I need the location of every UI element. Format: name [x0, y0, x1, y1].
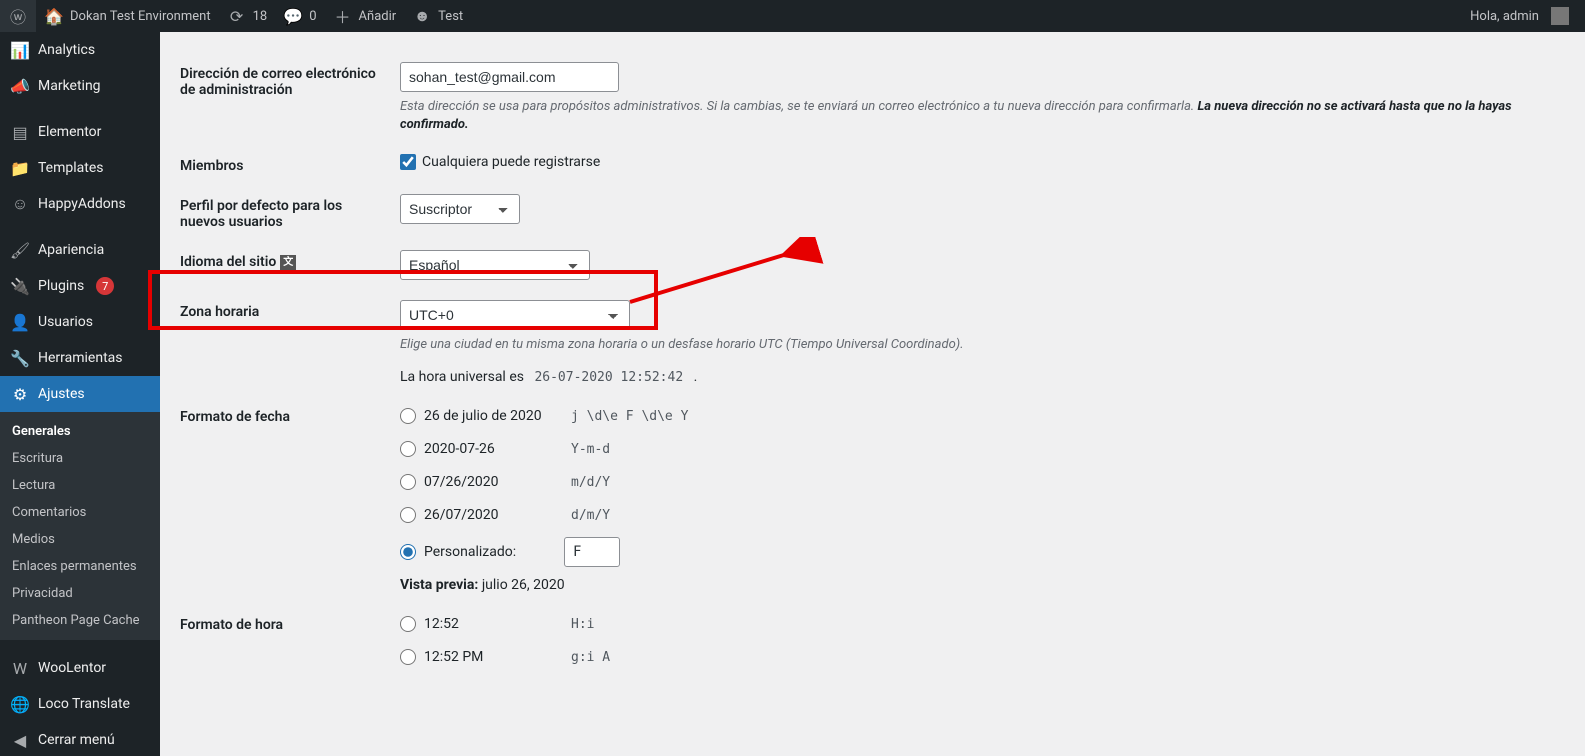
- submenu-general[interactable]: Generales: [0, 418, 160, 445]
- date-format-radio-2[interactable]: [400, 474, 416, 490]
- site-link[interactable]: 🏠 Dokan Test Environment: [36, 0, 219, 32]
- date-format-radio-custom[interactable]: [400, 544, 416, 560]
- timezone-select[interactable]: UTC+0: [400, 300, 630, 330]
- date-format-custom-input[interactable]: [564, 537, 620, 567]
- plug-icon: 🔌: [10, 276, 30, 296]
- woolentor-icon: W: [10, 658, 30, 678]
- admin-email-input[interactable]: [400, 62, 619, 92]
- users-icon: 👤: [10, 312, 30, 332]
- test-link[interactable]: ☻ Test: [404, 0, 471, 32]
- updates-count: 18: [253, 9, 268, 24]
- time-format-radio-0[interactable]: [400, 616, 416, 632]
- membership-checkbox[interactable]: [400, 154, 416, 170]
- home-icon: 🏠: [44, 6, 64, 26]
- menu-appearance[interactable]: 🖌Apariencia: [0, 232, 160, 268]
- translate-small-icon: 文: [280, 255, 296, 271]
- default-role-label: Perfil por defecto para los nuevos usuar…: [180, 194, 400, 230]
- comment-icon: 💬: [283, 6, 303, 26]
- date-format-label: Formato de fecha: [180, 405, 400, 425]
- admin-email-help: Esta dirección se usa para propósitos ad…: [400, 98, 1565, 134]
- default-role-select[interactable]: Suscriptor: [400, 194, 520, 224]
- submenu-privacy[interactable]: Privacidad: [0, 580, 160, 607]
- membership-label: Miembros: [180, 154, 400, 174]
- timezone-label: Zona horaria: [180, 300, 400, 320]
- submenu-permalinks[interactable]: Enlaces permanentes: [0, 553, 160, 580]
- membership-checkbox-row[interactable]: Cualquiera puede registrarse: [400, 154, 1565, 170]
- elementor-icon: ▤: [10, 122, 30, 142]
- date-format-radio-1[interactable]: [400, 441, 416, 457]
- utc-time-line: La hora universal es 26-07-2020 12:52:42…: [400, 369, 1565, 385]
- menu-elementor[interactable]: ▤Elementor: [0, 114, 160, 150]
- time-format-label: Formato de hora: [180, 613, 400, 633]
- wp-logo[interactable]: ⓦ: [0, 0, 36, 32]
- submenu-writing[interactable]: Escritura: [0, 445, 160, 472]
- menu-happyaddons[interactable]: ☺HappyAddons: [0, 186, 160, 222]
- utc-time-value: 26-07-2020 12:52:42: [527, 366, 690, 389]
- submenu-media[interactable]: Medios: [0, 526, 160, 553]
- menu-loco[interactable]: 🌐Loco Translate: [0, 686, 160, 722]
- settings-submenu: Generales Escritura Lectura Comentarios …: [0, 412, 160, 640]
- admin-email-label: Dirección de correo electrónico de admin…: [180, 62, 400, 98]
- test-label: Test: [438, 9, 463, 24]
- site-name: Dokan Test Environment: [70, 9, 211, 24]
- greeting: Hola, admin: [1470, 9, 1539, 24]
- menu-analytics[interactable]: 📊Analytics: [0, 32, 160, 68]
- wrench-icon: 🔧: [10, 348, 30, 368]
- comments-link[interactable]: 💬0: [275, 0, 324, 32]
- site-language-label: Idioma del sitio文: [180, 250, 400, 270]
- menu-templates[interactable]: 📁Templates: [0, 150, 160, 186]
- avatar-icon: [1551, 7, 1569, 25]
- add-new-link[interactable]: ＋ Añadir: [325, 0, 405, 32]
- admin-toolbar: ⓦ 🏠Dokan Test Environment ⟳18 💬0 ＋Añadir…: [0, 0, 1585, 32]
- membership-checkbox-label: Cualquiera puede registrarse: [422, 154, 600, 170]
- sliders-icon: ⚙: [10, 384, 30, 404]
- wordpress-icon: ⓦ: [8, 6, 28, 26]
- date-preview: Vista previa: julio 26, 2020: [400, 577, 1565, 593]
- menu-users[interactable]: 👤Usuarios: [0, 304, 160, 340]
- happy-icon: ☺: [10, 194, 30, 214]
- date-format-radio-0[interactable]: [400, 408, 416, 424]
- timezone-help: Elige una ciudad en tu misma zona horari…: [400, 336, 1565, 354]
- plugins-badge: 7: [96, 277, 114, 295]
- account-link[interactable]: Hola, admin: [1462, 0, 1577, 32]
- collapse-icon: ◀: [10, 730, 30, 750]
- folder-icon: 📁: [10, 158, 30, 178]
- time-format-radio-1[interactable]: [400, 649, 416, 665]
- brush-icon: 🖌: [10, 240, 30, 260]
- face-icon: ☻: [412, 6, 432, 26]
- settings-form: Dirección de correo electrónico de admin…: [160, 32, 1585, 729]
- comments-count: 0: [309, 9, 316, 24]
- site-language-select[interactable]: Español: [400, 250, 590, 280]
- menu-plugins[interactable]: 🔌Plugins7: [0, 268, 160, 304]
- admin-sidebar: 📊Analytics 📣Marketing ▤Elementor 📁Templa…: [0, 32, 160, 756]
- add-new-label: Añadir: [359, 9, 397, 24]
- menu-settings[interactable]: ⚙Ajustes: [0, 376, 160, 412]
- menu-collapse[interactable]: ◀Cerrar menú: [0, 722, 160, 756]
- submenu-pantheon[interactable]: Pantheon Page Cache: [0, 607, 160, 634]
- submenu-reading[interactable]: Lectura: [0, 472, 160, 499]
- megaphone-icon: 📣: [10, 76, 30, 96]
- plus-icon: ＋: [333, 6, 353, 26]
- chart-icon: 📊: [10, 40, 30, 60]
- menu-marketing[interactable]: 📣Marketing: [0, 68, 160, 104]
- menu-woolentor[interactable]: WWooLentor: [0, 650, 160, 686]
- updates-link[interactable]: ⟳ 18: [219, 0, 276, 32]
- submenu-discussion[interactable]: Comentarios: [0, 499, 160, 526]
- translate-icon: 🌐: [10, 694, 30, 714]
- menu-tools[interactable]: 🔧Herramientas: [0, 340, 160, 376]
- updates-icon: ⟳: [227, 6, 247, 26]
- date-format-radio-3[interactable]: [400, 507, 416, 523]
